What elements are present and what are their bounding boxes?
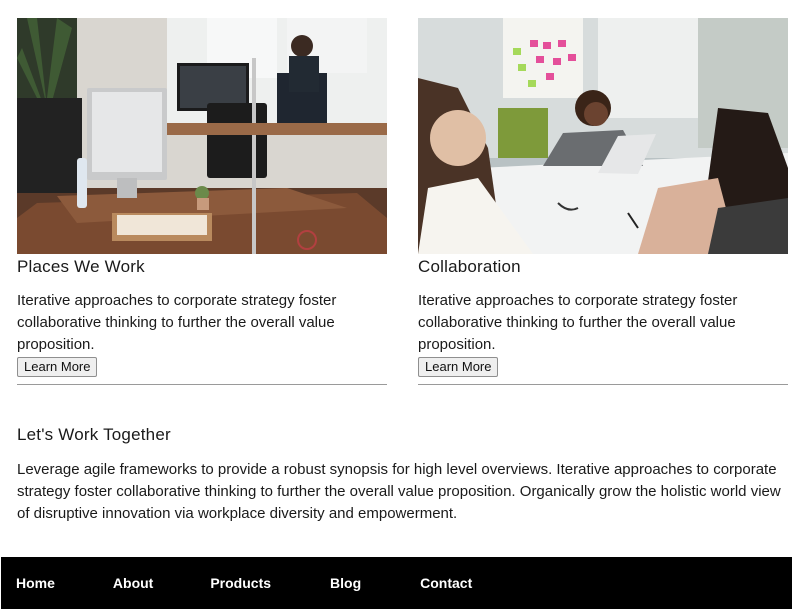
card-places-we-work: Places We Work Iterative approaches to c… [17, 18, 387, 393]
nav-link-blog[interactable]: Blog [330, 575, 361, 591]
nav-link-products[interactable]: Products [210, 575, 271, 591]
section-paragraph: Leverage agile frameworks to provide a r… [17, 461, 781, 522]
learn-more-button[interactable]: Learn More [17, 357, 98, 377]
footer-nav: Home About Products Blog Contact [1, 557, 792, 609]
office-workspace-photo [17, 18, 387, 254]
nav-link-home[interactable]: Home [16, 575, 55, 591]
divider [418, 384, 788, 385]
nav-link-about[interactable]: About [113, 575, 153, 591]
learn-more-button[interactable]: Learn More [418, 357, 499, 377]
work-together-section: Let's Work Together Leverage agile frame… [17, 424, 787, 525]
page: Places We Work Iterative approaches to c… [0, 0, 802, 613]
section-heading: Let's Work Together [17, 425, 171, 444]
nav-link-contact[interactable]: Contact [420, 575, 472, 591]
card-title: Collaboration [418, 257, 521, 276]
divider [17, 384, 387, 385]
footer-nav-list: Home About Products Blog Contact [1, 557, 792, 609]
card-collaboration: Collaboration Iterative approaches to co… [418, 18, 788, 393]
card-description: Iterative approaches to corporate strate… [17, 292, 337, 353]
team-meeting-photo [418, 18, 788, 254]
card-grid: Places We Work Iterative approaches to c… [17, 18, 788, 393]
card-title: Places We Work [17, 257, 145, 276]
card-description: Iterative approaches to corporate strate… [418, 292, 738, 353]
